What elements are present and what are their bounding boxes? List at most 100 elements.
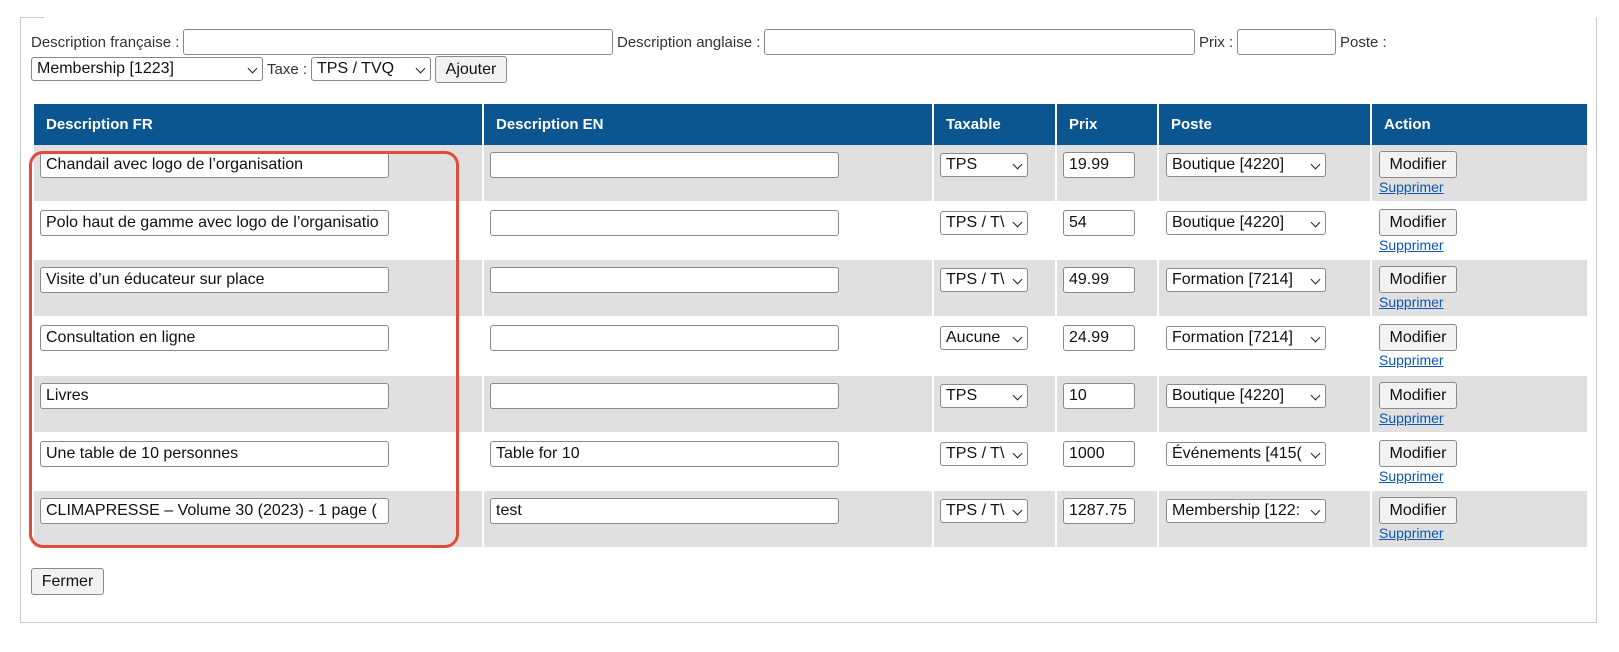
chevron-down-icon (1310, 274, 1321, 285)
row-price-input[interactable] (1063, 325, 1135, 352)
table-header: Description FR Description EN Taxable Pr… (34, 104, 1587, 145)
desc-fr-label: Description française : (31, 34, 180, 51)
row-tax-select[interactable]: TPS (940, 383, 1028, 408)
row-desc-fr-input[interactable] (40, 440, 389, 467)
row-price-input[interactable] (1063, 382, 1135, 409)
row-poste-value: Boutique [4220] (1172, 213, 1285, 231)
row-poste-value: Formation [7214] (1172, 329, 1293, 347)
row-tax-select[interactable]: TPS / T\ (940, 441, 1028, 466)
row-poste-select[interactable]: Formation [7214] (1166, 326, 1326, 351)
row-price-input[interactable] (1063, 267, 1135, 294)
table-row: TPS / T\ Formation [7214] ModifierSupprime… (34, 260, 1587, 317)
row-poste-value: Formation [7214] (1172, 271, 1293, 289)
chevron-down-icon (1012, 448, 1023, 458)
row-price-input[interactable] (1063, 152, 1135, 178)
row-delete-link[interactable]: Supprimer (1379, 179, 1444, 195)
row-desc-en-input[interactable] (490, 267, 839, 294)
row-tax-value: TPS (946, 156, 978, 173)
row-delete-link[interactable]: Supprimer (1379, 237, 1444, 253)
row-desc-en-input[interactable] (490, 440, 839, 467)
row-poste-select[interactable]: Boutique [4220] (1166, 153, 1326, 177)
row-desc-fr-input[interactable] (40, 382, 389, 409)
row-desc-fr-input[interactable] (40, 325, 389, 352)
column-divider (1055, 104, 1057, 552)
price-input[interactable] (1237, 29, 1336, 55)
chevron-down-icon (1012, 274, 1023, 285)
chevron-down-icon (1310, 332, 1321, 343)
row-poste-select[interactable]: Événements [415( (1166, 441, 1326, 466)
row-price-input[interactable] (1063, 209, 1135, 236)
row-price-input[interactable] (1063, 498, 1135, 525)
row-poste-select[interactable]: Boutique [4220] (1166, 383, 1326, 408)
table-row: TPS / T\ Membership [122: ModifierSupprime… (34, 491, 1587, 548)
row-poste-select[interactable]: Formation [7214] (1166, 268, 1326, 293)
row-price-input[interactable] (1063, 440, 1135, 467)
row-tax-value: TPS / T\ (946, 213, 1005, 231)
row-poste-value: Membership [122: (1172, 502, 1301, 520)
row-desc-fr-input[interactable] (40, 498, 389, 525)
row-tax-select[interactable]: TPS / T\ (940, 499, 1028, 524)
desc-en-label: Description anglaise : (617, 34, 761, 51)
chevron-down-icon (247, 63, 258, 74)
poste-label: Poste : (1340, 34, 1387, 51)
column-divider (1370, 104, 1372, 552)
poste-select[interactable]: Membership [1223] (31, 57, 263, 81)
row-delete-link[interactable]: Supprimer (1379, 468, 1444, 484)
column-divider (482, 104, 484, 552)
close-button[interactable]: Fermer (31, 568, 104, 595)
row-modify-button[interactable]: Modifier (1379, 324, 1457, 352)
row-poste-select[interactable]: Membership [122: (1166, 499, 1326, 524)
row-desc-en-input[interactable] (490, 325, 839, 352)
chevron-down-icon (1012, 390, 1023, 401)
row-delete-link[interactable]: Supprimer (1379, 294, 1444, 310)
col-header-poste: Poste (1159, 104, 1372, 145)
row-desc-en-input[interactable] (490, 498, 839, 525)
row-poste-value: Boutique [4220] (1172, 156, 1285, 173)
row-tax-value: TPS / T\ (946, 271, 1005, 289)
row-modify-button[interactable]: Modifier (1379, 151, 1457, 178)
row-desc-fr-input[interactable] (40, 152, 389, 178)
col-header-desc-en: Description EN (484, 104, 934, 145)
row-modify-button[interactable]: Modifier (1379, 208, 1457, 236)
col-header-taxable: Taxable (934, 104, 1057, 145)
col-header-action: Action (1384, 116, 1431, 133)
row-modify-button[interactable]: Modifier (1379, 439, 1457, 467)
col-header-desc-fr: Description FR (34, 104, 484, 145)
col-header-price: Prix (1057, 104, 1159, 145)
row-modify-button[interactable]: Modifier (1379, 266, 1457, 294)
row-delete-link[interactable]: Supprimer (1379, 352, 1444, 368)
row-desc-fr-input[interactable] (40, 209, 389, 236)
row-tax-select[interactable]: TPS / T\ (940, 210, 1028, 235)
chevron-down-icon (1012, 217, 1023, 228)
row-modify-button[interactable]: Modifier (1379, 497, 1457, 525)
row-poste-value: Boutique [4220] (1172, 386, 1285, 404)
tax-select-value: TPS / TVQ (317, 60, 395, 77)
tax-select[interactable]: TPS / TVQ (311, 57, 431, 81)
row-poste-value: Événements [415( (1172, 444, 1302, 462)
tax-label: Taxe : (267, 61, 308, 78)
row-modify-button[interactable]: Modifier (1379, 381, 1457, 409)
desc-fr-input[interactable] (183, 29, 613, 55)
row-desc-en-input[interactable] (490, 209, 839, 236)
chevron-down-icon (415, 63, 426, 74)
column-divider (932, 104, 934, 552)
row-tax-value: TPS (946, 386, 978, 404)
chevron-down-icon (1310, 448, 1321, 458)
row-desc-fr-input[interactable] (40, 267, 389, 294)
chevron-down-icon (1310, 159, 1321, 170)
row-tax-select[interactable]: Aucune (940, 326, 1028, 351)
row-delete-link[interactable]: Supprimer (1379, 410, 1444, 426)
chevron-down-icon (1012, 159, 1023, 170)
table-row: TPS Boutique [4220] ModifierSupprimer (34, 375, 1587, 432)
row-desc-en-input[interactable] (490, 152, 839, 178)
row-tax-select[interactable]: TPS (940, 153, 1028, 177)
desc-en-input[interactable] (764, 29, 1195, 55)
add-button[interactable]: Ajouter (435, 56, 507, 83)
row-tax-select[interactable]: TPS / T\ (940, 268, 1028, 293)
row-tax-value: TPS / T\ (946, 502, 1005, 520)
row-tax-value: Aucune (946, 329, 1001, 347)
row-poste-select[interactable]: Boutique [4220] (1166, 210, 1326, 235)
row-desc-en-input[interactable] (490, 382, 839, 409)
column-divider (1157, 104, 1159, 552)
row-delete-link[interactable]: Supprimer (1379, 525, 1444, 541)
